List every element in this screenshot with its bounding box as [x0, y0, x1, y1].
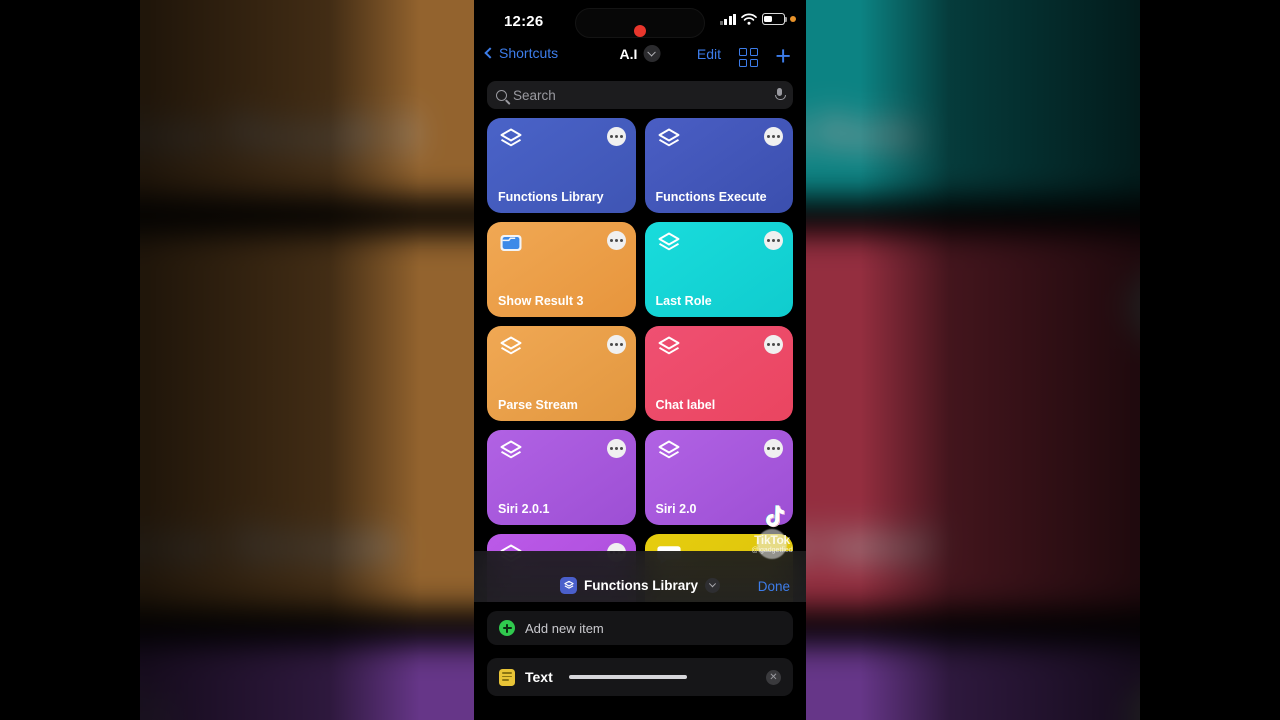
shortcut-tile[interactable]: Chat label	[644, 326, 793, 421]
search-placeholder: Search	[513, 87, 556, 103]
text-note-icon	[499, 668, 515, 686]
recording-indicator-icon	[634, 25, 646, 37]
tile-label: Show Result 3	[498, 294, 584, 308]
cellular-bars-icon	[719, 13, 736, 25]
wifi-icon	[741, 13, 757, 25]
grid-view-icon[interactable]	[739, 48, 758, 67]
overlay-toolbar: Functions Library Done	[474, 577, 806, 602]
shortcut-tile[interactable]: Last Role	[644, 222, 793, 317]
search-container: Search	[474, 75, 806, 109]
status-time: 12:26	[504, 13, 544, 30]
more-options-icon[interactable]	[606, 335, 626, 354]
search-input[interactable]: Search	[487, 81, 793, 109]
privacy-dot-icon	[790, 16, 796, 22]
shortcut-tile[interactable]: Siri 2.0	[644, 430, 793, 525]
back-button[interactable]: Shortcuts	[484, 45, 559, 61]
more-options-icon[interactable]	[764, 439, 783, 458]
overlay-title: Functions Library	[583, 578, 699, 593]
tile-label: Functions Execute	[655, 190, 767, 204]
plus-circle-icon	[499, 620, 515, 636]
microphone-icon[interactable]	[775, 88, 786, 102]
more-options-icon[interactable]	[764, 127, 783, 146]
status-bar: 12:26	[474, 0, 806, 45]
search-icon	[496, 89, 507, 101]
shortcut-tile[interactable]: Show Result 3	[487, 222, 636, 317]
folder-title-button[interactable]: A.I	[620, 45, 661, 62]
layers-icon	[498, 335, 625, 359]
navigation-bar: Shortcuts A.I Edit +	[474, 43, 806, 75]
add-new-item-row[interactable]: Add new item	[487, 611, 793, 645]
tile-label: Parse Stream	[498, 398, 578, 412]
add-shortcut-icon[interactable]: +	[775, 43, 791, 70]
add-new-item-label: Add new item	[525, 620, 604, 636]
tile-label: Last Role	[655, 294, 712, 308]
dynamic-island	[575, 8, 705, 38]
text-field[interactable]	[563, 675, 756, 679]
more-options-icon[interactable]	[606, 231, 626, 250]
tile-label: Siri 2.0.1	[498, 502, 550, 516]
more-options-icon[interactable]	[764, 231, 783, 250]
overlay-title-group[interactable]: Functions Library	[559, 577, 721, 594]
shortcut-tile[interactable]: Siri 2.0.1	[487, 430, 636, 525]
more-options-icon[interactable]	[606, 439, 626, 458]
shortcut-tile[interactable]: Functions Execute	[644, 118, 793, 213]
text-action-row[interactable]: Text ✕	[487, 658, 793, 696]
layers-icon	[498, 127, 625, 151]
layers-icon	[498, 439, 625, 463]
battery-icon	[762, 13, 788, 25]
status-indicators	[719, 13, 796, 25]
folder-icon	[498, 231, 625, 255]
editor-sheet: Add new item Text ✕	[474, 602, 806, 720]
layers-icon	[656, 335, 783, 359]
tile-label: Chat label	[655, 398, 716, 412]
text-field-value	[568, 675, 687, 679]
chevron-left-icon	[484, 47, 496, 59]
clear-field-icon[interactable]: ✕	[766, 669, 781, 685]
tile-label: Siri 2.0	[655, 502, 697, 516]
text-action-label: Text	[525, 669, 553, 685]
shortcut-tile[interactable]: Functions Library	[487, 118, 636, 213]
page-title: A.I	[619, 45, 638, 62]
layers-icon	[656, 231, 783, 255]
chevron-down-icon[interactable]	[643, 45, 661, 62]
chevron-down-icon[interactable]	[705, 578, 721, 593]
more-options-icon[interactable]	[606, 127, 626, 146]
done-button[interactable]: Done	[758, 579, 790, 594]
more-options-icon[interactable]	[764, 335, 783, 354]
layers-icon	[656, 439, 783, 463]
shortcut-tile[interactable]: Parse Stream	[487, 326, 636, 421]
edit-button[interactable]: Edit	[697, 46, 721, 62]
layers-icon	[656, 127, 783, 151]
tile-label: Functions Library	[498, 190, 604, 204]
phone-screen: 12:26 Shortcuts A.I Edit + Search Functi…	[474, 0, 806, 720]
screen-root: Show Result 3 Last Role Parse Stream Cha…	[0, 0, 1280, 720]
shortcut-editor-overlay: Functions Library Done	[474, 551, 806, 602]
layers-app-icon	[559, 577, 577, 594]
back-button-label: Shortcuts	[499, 45, 559, 61]
